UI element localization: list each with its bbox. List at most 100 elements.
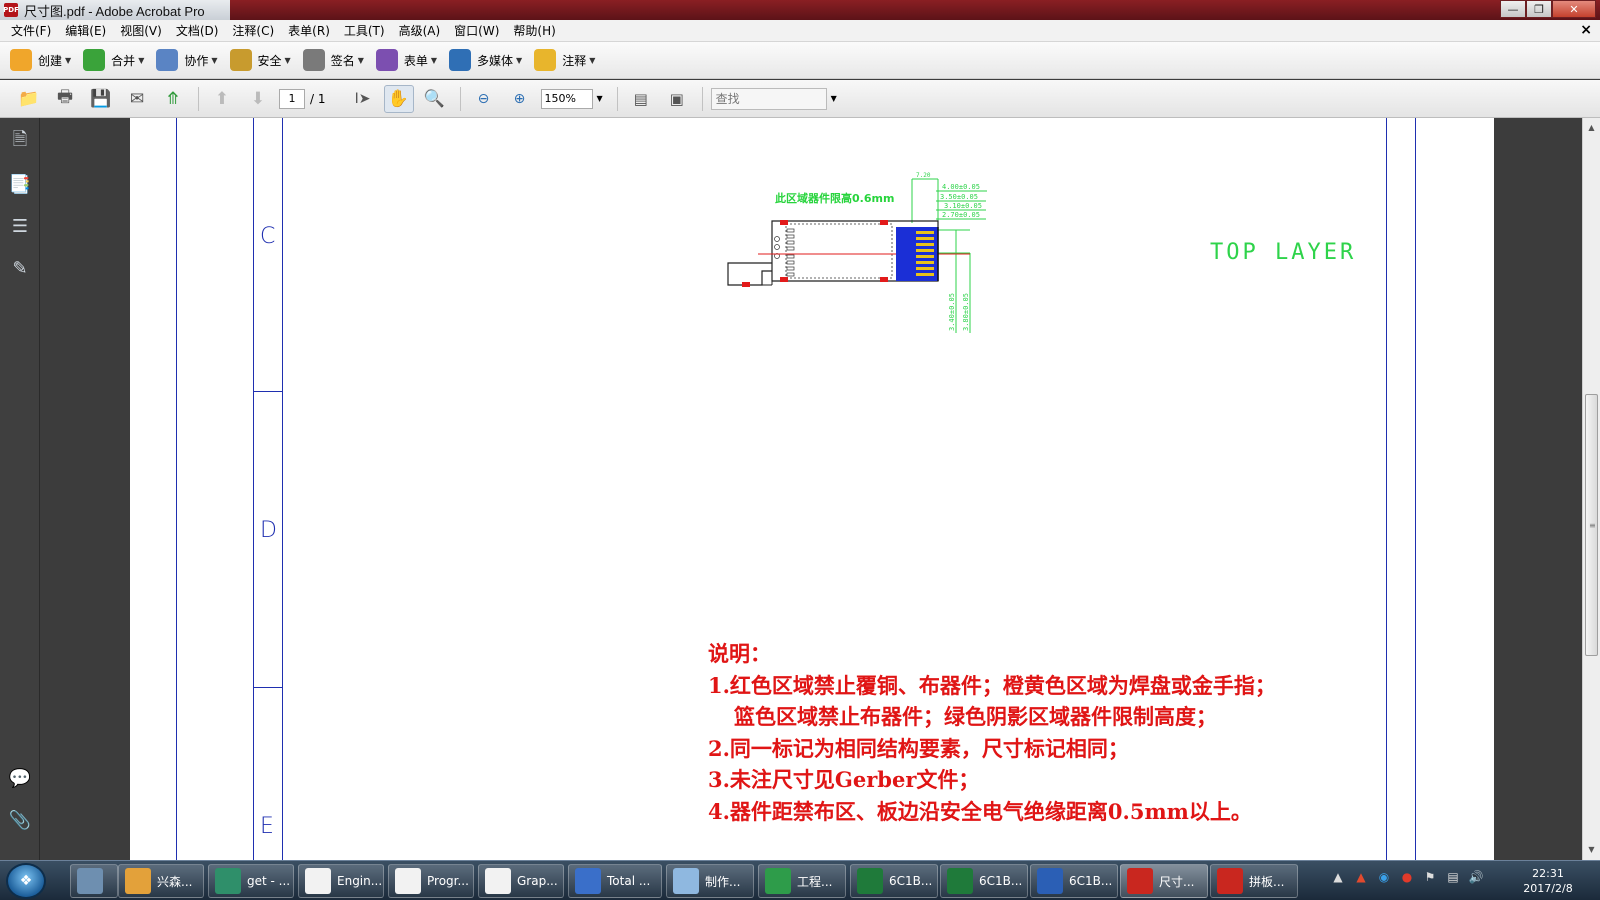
taskbar-button-label: Total ... (607, 874, 651, 888)
title-area: PDF 尺寸图.pdf - Adobe Acrobat Pro (0, 0, 230, 20)
task-label: 协作 (184, 53, 209, 68)
browser-icon (215, 868, 241, 894)
task-button[interactable]: 协作 ▼ (156, 49, 218, 71)
scroll-down-icon[interactable]: ▼ (1583, 842, 1600, 856)
frame-line (253, 118, 254, 860)
taskbar-button[interactable]: Total ... (568, 864, 662, 898)
task-button[interactable]: 安全 ▼ (229, 49, 291, 71)
zoom-tool-icon[interactable]: 🔍 (420, 85, 450, 113)
dimension-top: 7.20 (916, 172, 931, 179)
taskbar-button[interactable]: Engin... (298, 864, 384, 898)
task-button[interactable]: 注释 ▼ (534, 49, 595, 71)
fit-width-icon[interactable]: ▤ (626, 85, 656, 113)
scroll-up-icon[interactable]: ▲ (1583, 120, 1600, 134)
toolbar-separator (701, 86, 703, 111)
open-folder-icon[interactable]: 📁 (14, 85, 44, 113)
signatures-panel-icon[interactable]: ✎ (8, 256, 32, 280)
note-line-3: 3.未注尺寸见Gerber文件； (708, 767, 980, 792)
document-area[interactable]: C D E 此区域器件限高0.6mm 7.20 4.00±0.05 3.50±0… (41, 118, 1582, 860)
menu-help[interactable]: 帮助(H) (506, 22, 562, 39)
zoom-dropdown-icon[interactable]: ▼ (597, 94, 603, 103)
restore-button[interactable]: ❐ (1526, 0, 1552, 18)
volume-icon[interactable]: 🔊 (1468, 869, 1484, 885)
taskbar-button-label: 6C1B... (979, 874, 1023, 888)
taskbar-button[interactable]: 制作... (666, 864, 754, 898)
tray-app-icon[interactable]: ▲ (1353, 869, 1369, 885)
zoom-out-icon[interactable]: ⊖ (469, 85, 499, 113)
select-tool-icon[interactable]: I➤ (348, 85, 378, 113)
menu-view[interactable]: 视图(V) (113, 22, 169, 39)
menu-file[interactable]: 文件(F) (4, 22, 58, 39)
note-line-2: 2.同一标记为相同结构要素，尺寸标记相同； (708, 735, 1129, 761)
taskbar-button[interactable]: Grap... (478, 864, 564, 898)
find-dropdown-icon[interactable]: ▼ (831, 94, 837, 103)
taskbar-button[interactable]: 工程... (758, 864, 846, 898)
menu-forms[interactable]: 表单(R) (281, 22, 337, 39)
app-x-icon (485, 868, 511, 894)
task-button[interactable]: 合并 ▼ (83, 49, 144, 71)
tray-security-icon[interactable]: ● (1399, 869, 1415, 885)
hand-tool-icon[interactable]: ✋ (383, 84, 414, 113)
tray-expand-icon[interactable]: ▲ (1330, 869, 1346, 885)
menu-comments[interactable]: 注释(C) (225, 22, 281, 39)
menu-window[interactable]: 窗口(W) (447, 22, 506, 39)
pin-column (774, 228, 795, 277)
dropdown-icon: ▼ (284, 55, 291, 65)
menu-edit[interactable]: 编辑(E) (58, 22, 113, 39)
network-icon[interactable]: ▤ (1445, 869, 1461, 885)
upload-icon[interactable]: ⤊ (158, 85, 188, 113)
close-window-button[interactable]: ✕ (1552, 0, 1596, 18)
print-icon[interactable]: 🖶 (50, 85, 80, 113)
vertical-scrollbar[interactable]: ▲ ≡ ▼ (1582, 118, 1600, 860)
taskbar-button[interactable] (70, 864, 118, 898)
email-icon[interactable]: ✉ (122, 85, 152, 113)
start-button[interactable]: ❖ (6, 863, 46, 899)
toolbar-separator (459, 86, 461, 111)
pdf-icon (1217, 868, 1243, 894)
calculator-icon (77, 868, 103, 894)
previous-page-icon[interactable]: ⬆ (207, 85, 237, 113)
fit-page-icon[interactable]: ▣ (662, 85, 692, 113)
minimize-button[interactable]: — (1500, 0, 1526, 18)
taskbar-button[interactable]: 6C1B... (940, 864, 1028, 898)
menu-advanced[interactable]: 高级(A) (392, 22, 448, 39)
task-button[interactable]: 签名 ▼ (302, 49, 364, 71)
menu-document[interactable]: 文档(D) (169, 22, 226, 39)
pages-panel-icon[interactable]: 🗎 (8, 129, 32, 154)
next-page-icon[interactable]: ⬇ (243, 85, 273, 113)
note-line-1b: 篮色区域禁止布器件；绿色阴影区域器件限制高度； (734, 704, 1217, 729)
frame-line (282, 118, 283, 860)
page-number-input[interactable]: 1 (279, 88, 305, 109)
find-input[interactable]: 查找 (710, 87, 827, 110)
layers-panel-icon[interactable]: ☰ (8, 214, 32, 238)
task-button[interactable]: 多媒体 ▼ (449, 49, 522, 71)
tray-browser-icon[interactable]: ◉ (1376, 869, 1392, 885)
taskbar-button[interactable]: 6C1B... (1030, 864, 1118, 898)
save-icon[interactable]: 💾 (86, 85, 116, 113)
task-button[interactable]: 创建 ▼ (10, 49, 71, 71)
taskbar-button[interactable]: get - ... (208, 864, 294, 898)
attachments-panel-icon[interactable]: 📎 (8, 808, 32, 832)
taskbar-button[interactable]: 尺寸... (1120, 864, 1208, 898)
tray-flag-icon[interactable]: ⚑ (1422, 869, 1438, 885)
zoom-level-field[interactable]: 150% (540, 88, 593, 109)
bookmarks-panel-icon[interactable]: 📑 (8, 172, 32, 196)
keepout-frame (785, 223, 893, 279)
task-button[interactable]: 表单 ▼ (375, 49, 437, 71)
scrollbar-thumb[interactable]: ≡ (1585, 394, 1598, 656)
menu-tools[interactable]: 工具(T) (337, 22, 392, 39)
clock[interactable]: 22:31 2017/2/8 (1510, 866, 1586, 896)
comments-panel-icon[interactable]: 💬 (8, 766, 32, 790)
task-toolbar: 创建 ▼ 合并 ▼ 协作 ▼ 安全 ▼ 签名 ▼ 表单 ▼ 多媒体 ▼ 注释 ▼ (0, 42, 1600, 79)
taskbar-button[interactable]: 6C1B... (850, 864, 938, 898)
window-title: 尺寸图.pdf - Adobe Acrobat Pro (24, 3, 205, 19)
taskbar: ❖ 兴森... get - ... Engin... Progr... Grap... T… (0, 860, 1600, 900)
connector-body (896, 227, 938, 281)
dimension-right-3: 3.10±0.05 (944, 202, 982, 210)
title-bar: PDF 尺寸图.pdf - Adobe Acrobat Pro — ❐ ✕ (0, 0, 1600, 20)
close-document-icon[interactable]: × (1580, 22, 1592, 38)
zoom-in-icon[interactable]: ⊕ (505, 85, 535, 113)
taskbar-button[interactable]: 兴森... (118, 864, 204, 898)
taskbar-button[interactable]: 拼板... (1210, 864, 1298, 898)
taskbar-button[interactable]: Progr... (388, 864, 474, 898)
